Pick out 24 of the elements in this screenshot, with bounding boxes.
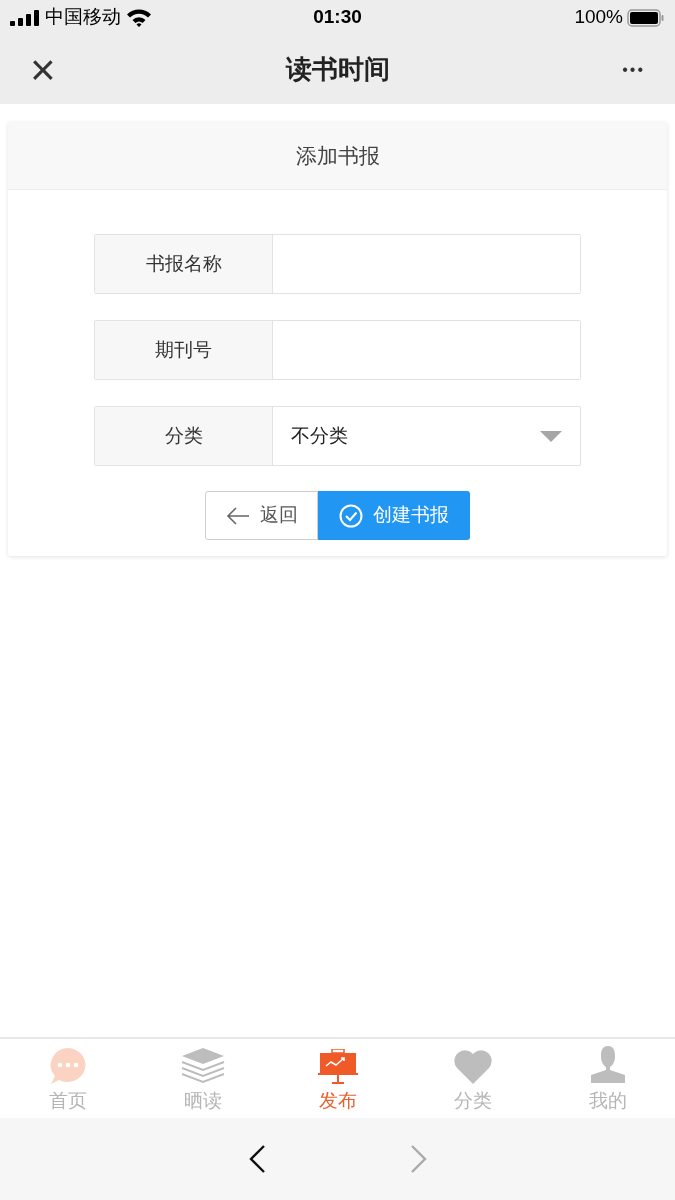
carrier-name: 中国移动 xyxy=(45,5,121,30)
presentation-board-icon xyxy=(317,1048,358,1085)
tab-bar-item[interactable]: 晒读 xyxy=(135,1039,270,1118)
battery-percent: 100% xyxy=(574,5,623,30)
tab-bar-item[interactable]: 首页 xyxy=(0,1039,135,1118)
left-arrow-icon xyxy=(225,506,250,525)
close-button[interactable]: × xyxy=(30,47,56,92)
tab-bar-item[interactable]: 发布 xyxy=(270,1039,405,1118)
wifi-icon xyxy=(126,8,152,27)
page-title: 读书时间 xyxy=(285,53,390,86)
signal-icon xyxy=(10,9,40,26)
clock-time: 01:30 xyxy=(313,5,362,30)
heart-icon xyxy=(452,1048,493,1085)
tab-bar-item[interactable]: 我的 xyxy=(540,1039,675,1118)
stacked-layers-icon xyxy=(180,1046,225,1085)
chat-bubble-icon xyxy=(48,1046,87,1085)
battery-icon xyxy=(627,8,665,27)
create-button[interactable]: 创建书报 xyxy=(318,491,470,540)
more-button[interactable]: ••• xyxy=(622,57,645,82)
back-nav-button[interactable] xyxy=(247,1144,268,1174)
back-button[interactable]: 返回 xyxy=(205,491,318,540)
tab-bar-item[interactable]: 分类 xyxy=(405,1039,540,1118)
check-circle-icon xyxy=(339,503,363,528)
card-title: 添加书报 xyxy=(295,142,380,169)
